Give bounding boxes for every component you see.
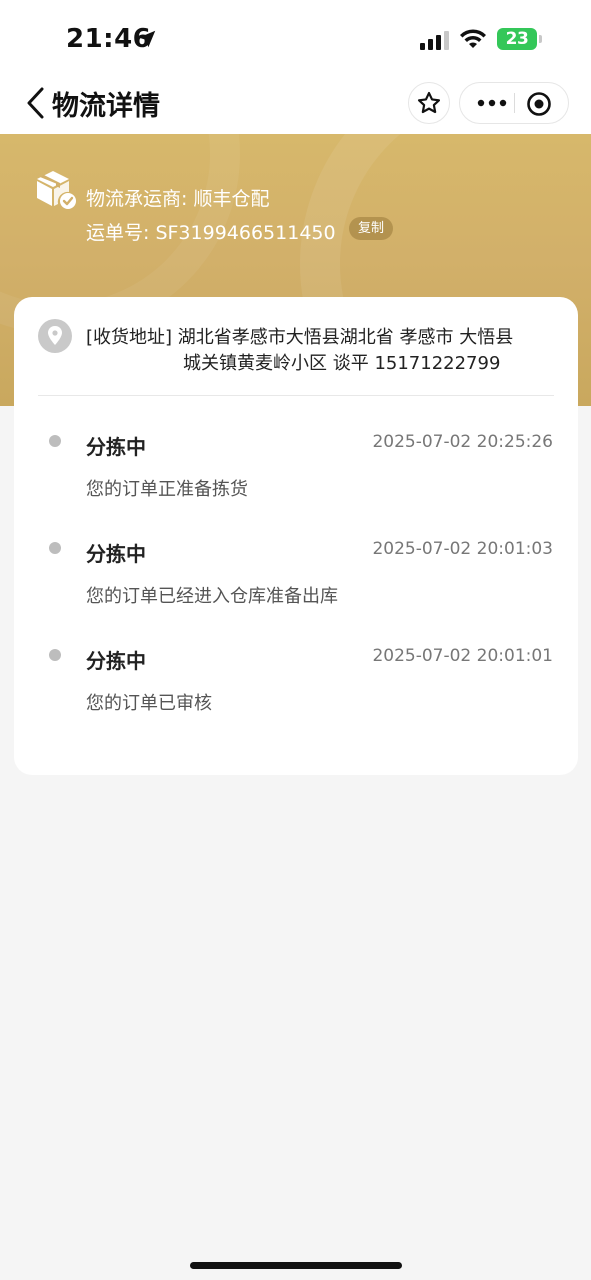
star-icon [417,91,441,114]
page-title: 物流详情 [52,91,160,122]
waybill-number: 运单号: SF3199466511450 [86,222,336,244]
tracking-time: 2025-07-02 20:25:26 [372,432,553,452]
location-pin-icon [38,319,72,353]
cellular-signal-icon [420,31,449,50]
location-arrow-icon [138,30,156,48]
timeline-dot [49,542,61,554]
wifi-icon [460,29,486,48]
address-line-2: 城关镇黄麦岭小区 谈平 15171222799 [183,353,501,374]
package-check-icon [37,171,76,209]
page: 21:46 23 物流详情 物流承运商: 顺丰仓配 运单号: SF3199466… [0,0,591,1280]
carrier-name: 物流承运商: 顺丰仓配 [86,188,270,210]
tracking-time: 2025-07-02 20:01:01 [372,646,553,666]
logistics-card: [收货地址] 湖北省孝感市大悟县湖北省 孝感市 大悟县 城关镇黄麦岭小区 谈平 … [14,297,578,775]
tracking-description: 您的订单已审核 [86,693,212,714]
copy-waybill-button[interactable]: 复制 [349,217,394,240]
timeline-dot [49,435,61,447]
tracking-description: 您的订单正准备拣货 [86,479,248,500]
divider [38,395,554,396]
address-line-1: [收货地址] 湖北省孝感市大悟县湖北省 孝感市 大悟县 [86,327,514,348]
tracking-item: 分拣中 2025-07-02 20:01:03 您的订单已经进入仓库准备出库 [14,539,578,642]
tracking-item: 分拣中 2025-07-02 20:01:01 您的订单已审核 [14,646,578,749]
favorite-button[interactable] [408,82,450,124]
timeline-dot [49,649,61,661]
capsule-divider [514,93,515,113]
tracking-status: 分拣中 [86,435,146,459]
tracking-status: 分拣中 [86,542,146,566]
more-dots-icon [477,99,507,107]
more-button[interactable] [474,83,510,123]
target-circle-icon[interactable] [526,91,552,117]
battery-indicator: 23 [497,28,537,50]
chevron-left-icon[interactable] [24,86,46,120]
miniprogram-capsule [459,82,569,124]
tracking-item: 分拣中 2025-07-02 20:25:26 您的订单正准备拣货 [14,432,578,535]
tracking-status: 分拣中 [86,649,146,673]
tracking-time: 2025-07-02 20:01:03 [372,539,553,559]
tracking-description: 您的订单已经进入仓库准备出库 [86,586,338,607]
battery-tip [539,35,542,43]
home-indicator[interactable] [190,1262,402,1269]
shipping-address: [收货地址] 湖北省孝感市大悟县湖北省 孝感市 大悟县 城关镇黄麦岭小区 谈平 … [86,325,560,377]
battery-level: 23 [505,29,529,49]
nav-bar: 物流详情 [0,72,591,134]
status-bar: 21:46 23 [0,0,591,72]
